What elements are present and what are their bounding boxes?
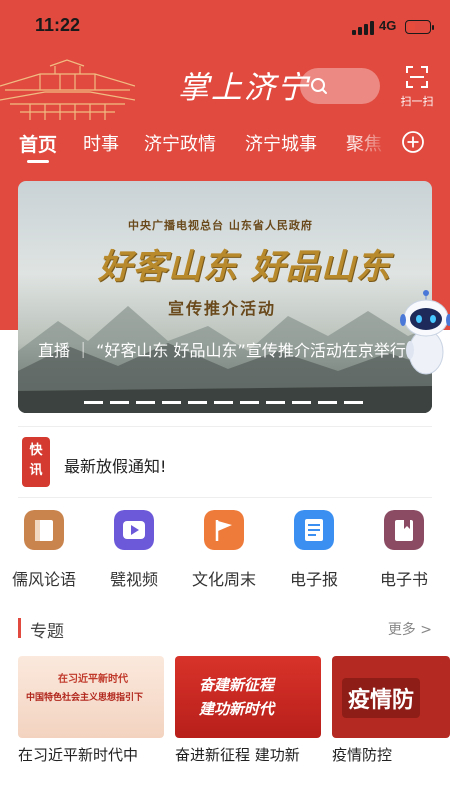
quick-nav-label: 文化周末	[191, 570, 256, 589]
network-type: 4G	[379, 18, 397, 33]
quick-nav-label: 电子报	[289, 570, 338, 589]
card-image-line1: 在习近平新时代	[58, 674, 128, 685]
special-topics-header: 专题 更多 >	[18, 617, 432, 642]
tab-fade	[350, 128, 400, 160]
section-marker	[18, 618, 21, 638]
robot-assistant-icon[interactable]	[398, 290, 450, 380]
banner-activity: 宣传推介活动	[168, 299, 277, 318]
quick-nav-label: 电子书	[379, 570, 428, 589]
topic-card-title: 奋进新征程 建功新	[175, 746, 300, 764]
quick-nav: 儒风论语 甓视频 文化周末 电子报 电子书	[0, 510, 450, 592]
card-image-line1: 疫情防	[342, 678, 421, 718]
topic-card-image: 疫情防	[332, 656, 450, 738]
scan-button[interactable]: 扫一扫	[398, 64, 434, 112]
banner-headline: 好客山东 好品山东	[98, 247, 391, 287]
flash-news-badge: 快 讯	[22, 437, 50, 487]
carousel-indicator	[84, 389, 374, 404]
newspaper-icon	[294, 510, 334, 550]
tab-jining-politics[interactable]: 济宁政情	[144, 130, 216, 156]
quick-nav-label: 甓视频	[109, 570, 158, 589]
palace-illustration	[0, 59, 135, 120]
flash-badge-top: 快	[29, 443, 43, 458]
tab-jining-city[interactable]: 济宁城事	[245, 130, 317, 156]
banner-caption: 直播 ｜ “好客山东 好品山东”宣传推介活动在京举行	[38, 341, 406, 360]
flag-icon	[204, 510, 244, 550]
quick-nav-label: 儒风论语	[11, 570, 76, 589]
scan-icon	[406, 66, 428, 88]
ebook-icon	[384, 510, 424, 550]
topic-card-title: 疫情防控	[332, 746, 393, 764]
status-bar: 11:22 4G	[0, 0, 450, 54]
search-icon	[311, 78, 327, 94]
status-time: 11:22	[35, 15, 81, 35]
play-icon	[114, 510, 154, 550]
active-tab-indicator	[27, 160, 49, 163]
signal-icon	[352, 21, 374, 35]
card-image-line1: 奋建新征程	[199, 676, 275, 694]
hero-banner[interactable]: 中央广播电视总台 山东省人民政府 好客山东 好品山东 宣传推介活动 直播 ｜ “…	[18, 181, 432, 413]
special-topics-title: 专题	[30, 622, 64, 642]
app-title: 掌上济宁	[178, 70, 310, 106]
flash-news-text: 最新放假通知!	[64, 457, 167, 476]
search-input[interactable]	[300, 68, 380, 104]
book-icon	[24, 510, 64, 550]
card-image-line2: 中国特色社会主义思想指引下	[26, 693, 144, 703]
topic-card-image: 在习近平新时代 中国特色社会主义思想指引下	[18, 656, 164, 738]
channel-tabs: 首页 时事 济宁政情 济宁城事 聚焦	[0, 128, 450, 168]
topic-card-title: 在习近平新时代中	[18, 746, 139, 764]
scan-label: 扫一扫	[400, 95, 434, 108]
add-channel-icon[interactable]	[401, 130, 425, 154]
flash-news[interactable]: 快 讯 最新放假通知!	[18, 426, 432, 498]
card-image-line2: 建功新时代	[199, 700, 275, 718]
flash-badge-bottom: 讯	[29, 463, 43, 478]
banner-organizers: 中央广播电视总台 山东省人民政府	[128, 219, 313, 232]
tab-home[interactable]: 首页	[19, 130, 57, 157]
tab-current-affairs[interactable]: 时事	[83, 130, 119, 156]
battery-icon	[405, 20, 434, 34]
more-link[interactable]: 更多 >	[388, 619, 432, 639]
topic-card-image: 奋建新征程 建功新时代	[175, 656, 321, 738]
